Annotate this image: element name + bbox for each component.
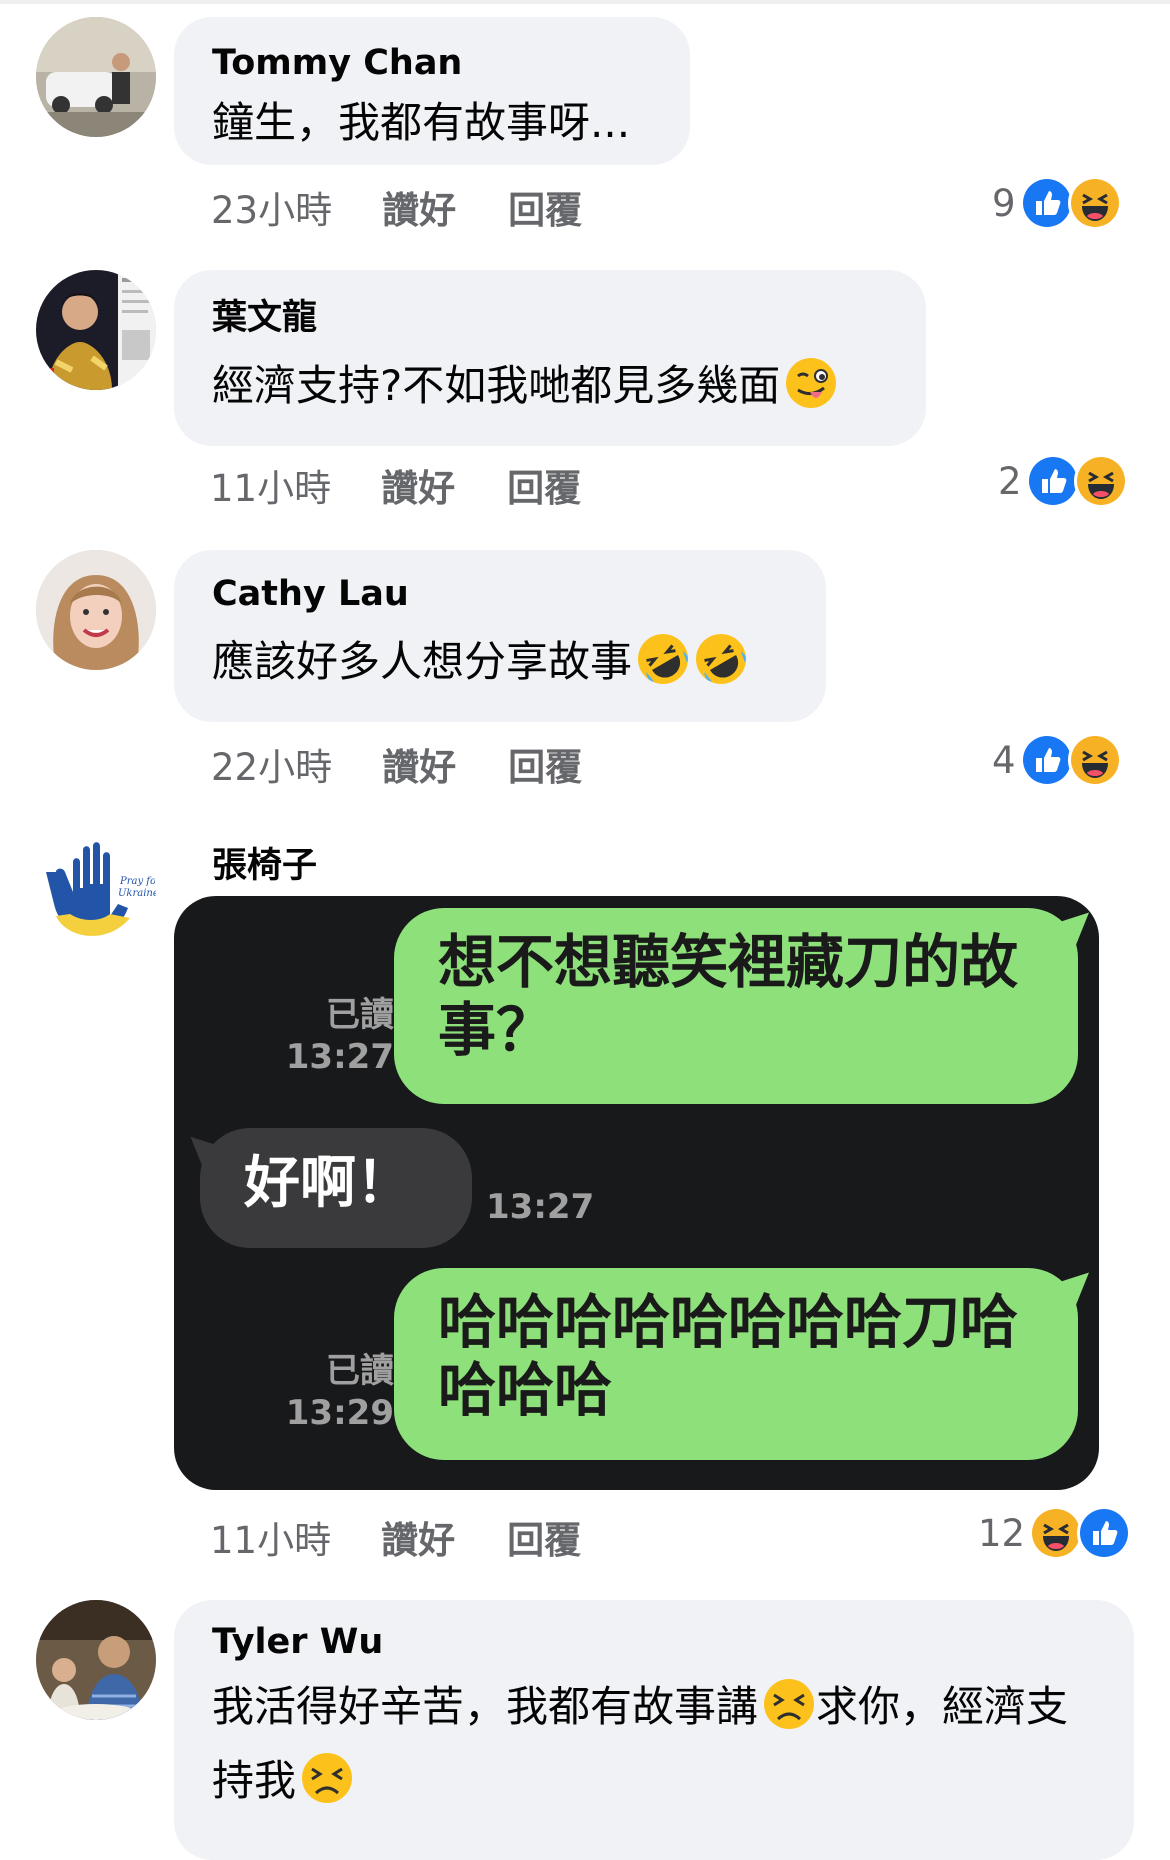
comment-actions: 11小時 讚好 回覆	[210, 458, 633, 512]
chat-message-sent: 哈哈哈哈哈哈哈哈刀哈哈哈哈	[394, 1268, 1078, 1460]
like-icon	[1077, 1506, 1132, 1560]
comment-bubble: 葉文龍 經濟支持?不如我哋都見多幾面	[174, 270, 926, 446]
comment-actions: 22小時 讚好 回覆	[211, 737, 634, 791]
read-status: 已讀 13:29	[234, 1350, 394, 1434]
reply-button[interactable]: 回覆	[508, 737, 582, 791]
reply-button[interactable]: 回覆	[507, 1510, 581, 1564]
like-icon	[1025, 454, 1080, 508]
reaction-summary[interactable]: 2	[998, 454, 1128, 508]
timestamp[interactable]: 11小時	[210, 1510, 331, 1564]
comment-bubble: Tommy Chan 鐘生，我都有故事呀...	[174, 17, 690, 165]
reaction-summary[interactable]: 9	[992, 176, 1122, 230]
author-name[interactable]: Tommy Chan	[212, 41, 652, 85]
like-icon	[1019, 733, 1074, 787]
timestamp[interactable]: 23小時	[211, 180, 332, 234]
author-name[interactable]: Tyler Wu	[212, 1620, 1096, 1664]
haha-icon	[1067, 733, 1122, 787]
like-icon	[1019, 176, 1074, 230]
like-button[interactable]: 讚好	[381, 458, 455, 512]
avatar[interactable]	[36, 1600, 156, 1720]
author-name[interactable]: 張椅子	[212, 844, 317, 888]
message-time: 13:29	[285, 1393, 394, 1433]
avatar[interactable]: Pray for Ukraine	[36, 832, 156, 952]
comment-actions: 23小時 讚好 回覆	[211, 180, 634, 234]
rofl-emoji	[694, 632, 748, 686]
rofl-emoji	[636, 632, 690, 686]
read-status: 已讀 13:27	[234, 994, 394, 1078]
comment-text: 經濟支持?不如我哋都見多幾面	[212, 356, 888, 416]
avatar[interactable]	[36, 17, 156, 137]
haha-icon	[1073, 454, 1128, 508]
avatar[interactable]	[36, 550, 156, 670]
reaction-summary[interactable]: 4	[992, 733, 1122, 787]
like-button[interactable]: 讚好	[381, 1510, 455, 1564]
author-name[interactable]: Cathy Lau	[212, 572, 788, 616]
read-label: 已讀	[326, 1351, 394, 1391]
author-name[interactable]: 葉文龍	[212, 296, 888, 340]
chat-message-received: 好啊！	[200, 1128, 472, 1248]
top-divider	[0, 0, 1170, 4]
svg-text:Pray for: Pray for	[119, 876, 156, 887]
chat-message-sent: 想不想聽笑裡藏刀的故事？	[394, 908, 1078, 1104]
comment-text-content: 我活得好辛苦，我都有故事講	[212, 1682, 759, 1731]
read-label: 已讀	[326, 995, 394, 1035]
reaction-count: 9	[992, 181, 1016, 225]
message-time: 13:27	[285, 1037, 394, 1077]
timestamp[interactable]: 22小時	[211, 737, 332, 791]
reply-button[interactable]: 回覆	[508, 180, 582, 234]
comment-image[interactable]: 已讀 13:27 想不想聽笑裡藏刀的故事？ 好啊！ 13:27 已讀 13:29…	[174, 896, 1099, 1490]
haha-icon	[1029, 1506, 1084, 1560]
comment-text-content: 經濟支持?不如我哋都見多幾面	[212, 361, 781, 410]
comment-actions: 11小時 讚好 回覆	[210, 1510, 633, 1564]
reply-button[interactable]: 回覆	[507, 458, 581, 512]
reaction-count: 2	[998, 459, 1022, 503]
svg-text:Ukraine: Ukraine	[118, 888, 156, 899]
persevering-face-emoji	[300, 1751, 354, 1805]
comment-bubble: Tyler Wu 我活得好辛苦，我都有故事講 求你，經濟支持我	[174, 1600, 1134, 1860]
comment-text: 應該好多人想分享故事	[212, 632, 788, 692]
persevering-face-emoji	[762, 1677, 816, 1731]
like-button[interactable]: 讚好	[382, 737, 456, 791]
reaction-count: 4	[992, 738, 1016, 782]
reaction-summary[interactable]: 12	[978, 1506, 1132, 1560]
like-button[interactable]: 讚好	[382, 180, 456, 234]
avatar[interactable]	[36, 270, 156, 390]
comment-text: 鐘生，我都有故事呀...	[212, 98, 631, 147]
comment-bubble: Cathy Lau 應該好多人想分享故事	[174, 550, 826, 722]
timestamp[interactable]: 11小時	[210, 458, 331, 512]
winking-tongue-emoji	[784, 356, 838, 410]
haha-icon	[1067, 176, 1122, 230]
comment-text-content: 應該好多人想分享故事	[212, 637, 633, 686]
comment-text: 我活得好辛苦，我都有故事講 求你，經濟支持我	[212, 1670, 1096, 1818]
reaction-count: 12	[978, 1511, 1026, 1555]
message-time: 13:27	[486, 1187, 595, 1227]
